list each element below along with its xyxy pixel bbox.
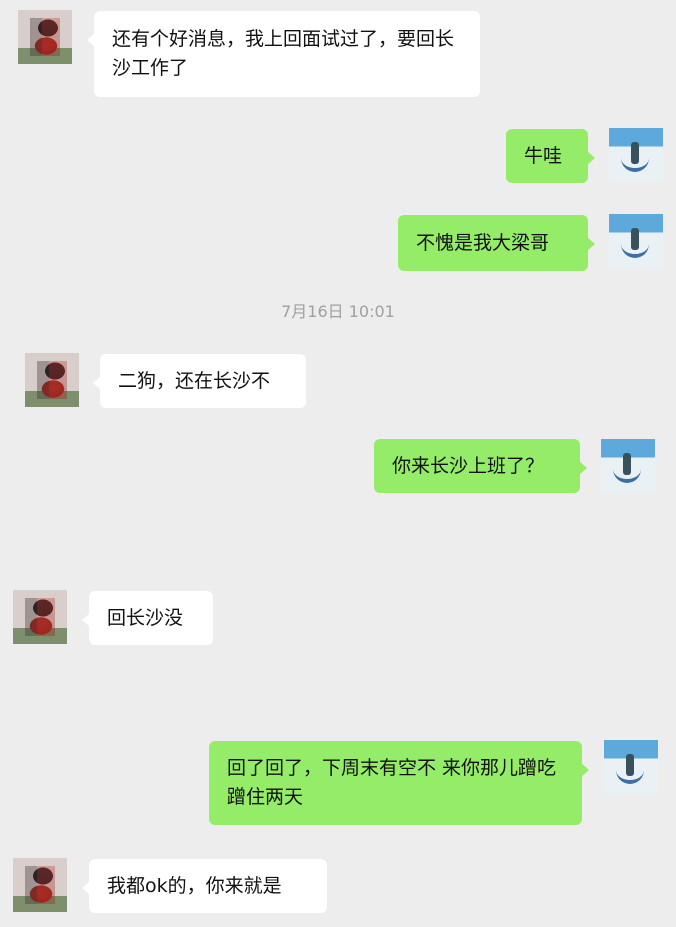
message-bubble-outgoing[interactable]: 牛哇	[506, 129, 595, 183]
contact-avatar[interactable]	[13, 590, 67, 644]
message-text: 回了回了，下周末有空不 来你那儿蹭吃蹭住两天	[227, 757, 557, 808]
self-avatar[interactable]	[604, 740, 658, 794]
message-bubble-outgoing[interactable]: 不愧是我大梁哥	[398, 215, 595, 271]
message-bubble-outgoing[interactable]: 回了回了，下周末有空不 来你那儿蹭吃蹭住两天	[209, 741, 589, 825]
self-avatar[interactable]	[609, 128, 663, 182]
chat-timestamp: 7月16日 10:01	[281, 302, 395, 321]
message-text: 回长沙没	[107, 606, 184, 629]
message-text: 牛哇	[524, 144, 563, 167]
message-text: 还有个好消息，我上回面试过了，要回长沙工作了	[112, 28, 455, 79]
self-avatar[interactable]	[601, 439, 655, 493]
message-text: 我都ok的，你来就是	[107, 874, 282, 897]
contact-avatar[interactable]	[25, 353, 79, 407]
message-bubble-incoming[interactable]: 二狗，还在长沙不	[93, 354, 306, 408]
message-text: 二狗，还在长沙不	[118, 369, 271, 392]
message-bubble-incoming[interactable]: 回长沙没	[82, 591, 213, 645]
contact-avatar[interactable]	[18, 10, 72, 64]
self-avatar[interactable]	[609, 214, 663, 268]
message-text: 你来长沙上班了？	[392, 454, 545, 477]
message-bubble-incoming[interactable]: 我都ok的，你来就是	[82, 859, 327, 913]
message-bubble-outgoing[interactable]: 你来长沙上班了？	[374, 439, 587, 493]
contact-avatar[interactable]	[13, 858, 67, 912]
message-bubble-incoming[interactable]: 还有个好消息，我上回面试过了，要回长沙工作了	[87, 11, 480, 97]
message-text: 不愧是我大梁哥	[416, 231, 550, 254]
